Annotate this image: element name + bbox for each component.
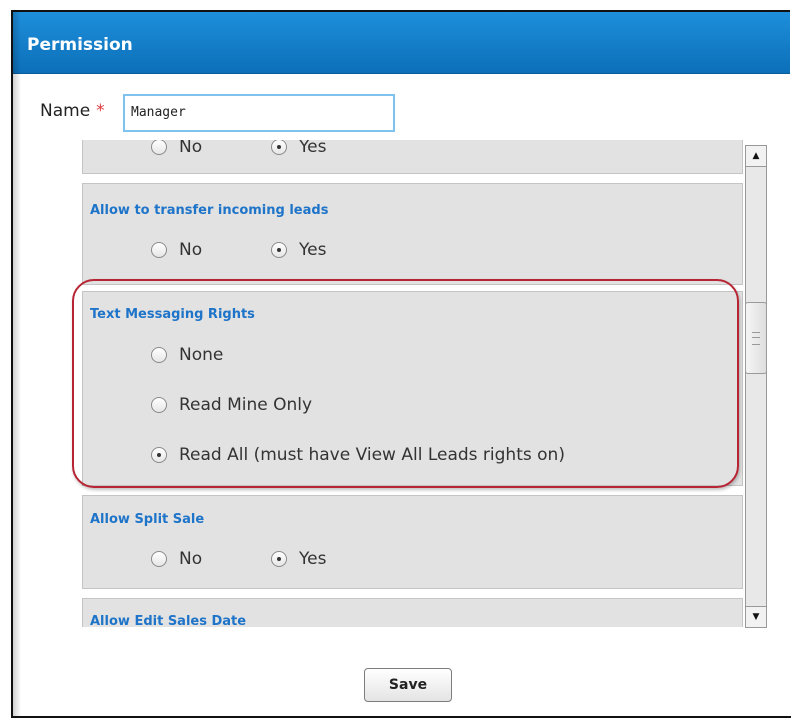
highlight-annotation [72, 279, 739, 488]
grip-icon [752, 332, 760, 345]
section-title: Allow to transfer incoming leads [90, 203, 329, 218]
radio-button[interactable] [151, 140, 167, 155]
radio-label: No [179, 240, 203, 260]
radio-option-no[interactable]: No [151, 140, 202, 157]
name-label-text: Name [40, 101, 91, 121]
radio-option-yes[interactable]: Yes [271, 140, 326, 157]
scroll-down-icon[interactable]: ▼ [745, 606, 767, 628]
radio-option-yes[interactable]: Yes [271, 549, 326, 569]
radio-label: Yes [299, 140, 327, 157]
radio-button[interactable] [151, 551, 167, 567]
save-button[interactable]: Save [364, 668, 452, 702]
permission-section-edit-sales-date: Allow Edit Sales Date [82, 598, 743, 627]
name-input[interactable]: Manager [123, 94, 395, 132]
section-title: Allow Edit Sales Date [90, 614, 247, 627]
radio-option-no[interactable]: No [151, 549, 202, 569]
scrollbar-thumb[interactable] [745, 302, 767, 374]
dialog-bottom-edge [0, 716, 791, 727]
radio-option-yes[interactable]: Yes [271, 240, 326, 260]
dialog-titlebar: Permission [13, 12, 790, 74]
dialog-edge-shadow [13, 10, 21, 719]
radio-label: No [179, 549, 203, 569]
radio-label: No [179, 140, 203, 157]
section-title: Allow Split Sale [90, 512, 205, 527]
permission-section-partial: No Yes [82, 140, 743, 174]
permission-section-split-sale: Allow Split Sale No Yes [82, 495, 743, 589]
permission-section-transfer-leads: Allow to transfer incoming leads No Yes [82, 183, 743, 285]
radio-button[interactable] [151, 242, 167, 258]
vertical-scrollbar[interactable]: ▲ ▼ [745, 145, 767, 628]
radio-button-selected[interactable] [271, 242, 287, 258]
name-label: Name * [40, 101, 105, 121]
required-marker: * [96, 101, 105, 121]
scroll-up-icon[interactable]: ▲ [745, 145, 767, 167]
dialog-title: Permission [27, 35, 133, 55]
radio-button-selected[interactable] [271, 140, 287, 155]
radio-button-selected[interactable] [271, 551, 287, 567]
radio-label: Yes [299, 549, 327, 569]
radio-label: Yes [299, 240, 327, 260]
radio-option-no[interactable]: No [151, 240, 202, 260]
